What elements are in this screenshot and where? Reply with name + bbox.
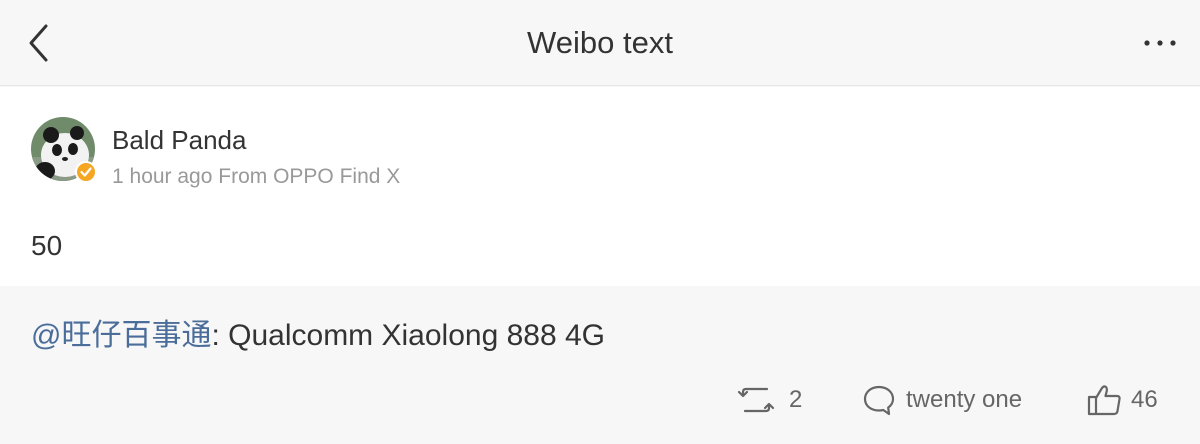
like-count: 46: [1131, 386, 1158, 413]
page-title: Weibo text: [527, 25, 673, 60]
more-button[interactable]: [1140, 28, 1180, 58]
mention-link[interactable]: @旺仔百事通: [31, 319, 211, 352]
comment-button[interactable]: twenty one: [862, 384, 1022, 416]
top-bar: Weibo text: [0, 0, 1200, 86]
repost-button[interactable]: 2: [737, 384, 802, 416]
retweet-text: : Qualcomm Xiaolong 888 4G: [211, 319, 606, 352]
post-card: Bald Panda 1 hour ago From OPPO Find X 5…: [0, 87, 1200, 286]
repost-count: 2: [789, 386, 803, 413]
like-button[interactable]: 46: [1087, 384, 1158, 416]
more-horizontal-icon: [1144, 40, 1176, 46]
retweet-content: @旺仔百事通: Qualcomm Xiaolong 888 4G: [31, 318, 605, 354]
comment-icon: [863, 385, 895, 416]
post-meta: 1 hour ago From OPPO Find X: [112, 165, 401, 188]
author-name[interactable]: Bald Panda: [112, 125, 246, 155]
post-text: 50: [31, 230, 63, 261]
thumbs-up-icon: [1087, 385, 1121, 416]
comment-count: twenty one: [906, 386, 1023, 413]
retweet-block[interactable]: @旺仔百事通: Qualcomm Xiaolong 888 4G 2 twent…: [0, 286, 1200, 444]
verified-badge-icon: [75, 161, 97, 183]
repost-icon: [737, 387, 775, 413]
